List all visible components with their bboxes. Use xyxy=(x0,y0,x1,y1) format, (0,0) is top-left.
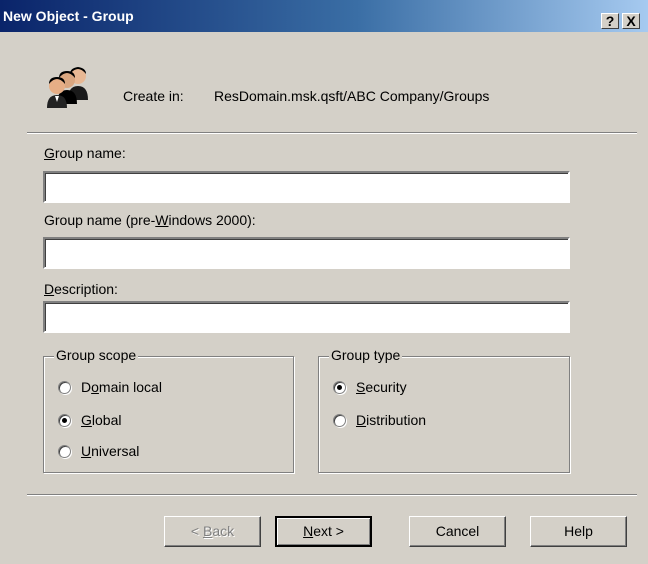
radio-domain-local-circle[interactable] xyxy=(58,380,71,394)
radio-universal-circle[interactable] xyxy=(58,444,71,458)
next-button[interactable]: Next > xyxy=(275,516,372,547)
group-name-pre2000-label: Group name (pre-Windows 2000): xyxy=(44,212,256,228)
group-name-label: Group name: xyxy=(44,145,126,161)
help-button[interactable]: Help xyxy=(530,516,627,547)
radio-security-circle[interactable] xyxy=(333,380,346,394)
group-type-legend: Group type xyxy=(329,347,403,363)
group-type-box: Group type Security Distribution xyxy=(318,347,570,473)
radio-universal[interactable]: Universal xyxy=(58,443,139,459)
create-in-label: Create in: xyxy=(123,88,184,104)
new-object-group-dialog: New Object - Group ? X Create in: ResDom… xyxy=(0,0,648,564)
bottom-separator xyxy=(27,494,637,496)
radio-global[interactable]: Global xyxy=(58,412,121,428)
radio-security[interactable]: Security xyxy=(333,379,407,395)
radio-distribution-circle[interactable] xyxy=(333,413,346,427)
radio-distribution-label: Distribution xyxy=(356,412,427,428)
radio-distribution[interactable]: Distribution xyxy=(333,412,426,428)
back-button[interactable]: < Back xyxy=(164,516,261,547)
radio-universal-label: Universal xyxy=(81,443,140,459)
close-title-button[interactable]: X xyxy=(622,13,640,29)
radio-domain-local[interactable]: Domain local xyxy=(58,379,162,395)
window-title: New Object - Group xyxy=(3,8,134,24)
top-separator xyxy=(27,132,637,134)
group-name-input[interactable] xyxy=(43,171,570,203)
group-scope-legend: Group scope xyxy=(54,347,139,363)
radio-domain-local-label: Domain local xyxy=(81,379,162,395)
radio-global-label: Global xyxy=(81,412,122,428)
group-name-pre2000-input[interactable] xyxy=(43,237,570,269)
radio-global-circle[interactable] xyxy=(58,413,71,427)
create-in-path: ResDomain.msk.qsft/ABC Company/Groups xyxy=(214,88,490,104)
description-input[interactable] xyxy=(43,301,570,333)
radio-security-label: Security xyxy=(356,379,407,395)
group-users-icon xyxy=(47,67,88,108)
title-bar: New Object - Group ? X xyxy=(0,0,648,32)
cancel-button[interactable]: Cancel xyxy=(409,516,506,547)
description-label: Description: xyxy=(44,281,118,297)
group-scope-box: Group scope Domain local Global Universa… xyxy=(43,347,294,473)
help-title-button[interactable]: ? xyxy=(601,13,619,29)
